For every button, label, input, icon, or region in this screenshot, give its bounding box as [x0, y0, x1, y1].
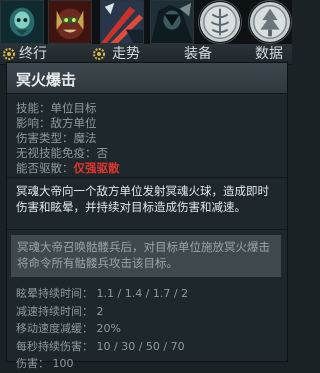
property-row: 伤害类型：魔法 — [16, 131, 120, 146]
divider — [7, 177, 287, 178]
tab-label-3: 装备 — [184, 46, 212, 62]
gear-icon — [92, 47, 106, 61]
ogre-mask-portrait-icon[interactable] — [48, 0, 92, 44]
stat-value: 100 — [52, 357, 74, 370]
vine-emblem-icon[interactable] — [198, 0, 242, 44]
red-blades-portrait-icon[interactable] — [100, 0, 144, 44]
stat-row: 移动速度减缓： 20% — [16, 320, 188, 338]
tooltip-header: 冥火爆击 — [7, 63, 287, 94]
stat-label: 伤害： — [16, 357, 49, 370]
property-label: 影响： — [16, 116, 51, 130]
property-value: 魔法 — [73, 131, 97, 145]
divider — [7, 229, 287, 230]
wraith-king-portrait-icon[interactable] — [0, 0, 44, 44]
stat-label: 每秒持续伤害： — [16, 339, 93, 353]
ability-description: 冥魂大帝向一个敌方单位发射冥魂火球，造成即时伤害和眩晕，并持续对目标造成伤害和减… — [16, 184, 269, 214]
property-value: 敌方单位 — [50, 116, 97, 130]
stat-row: 每秒持续伤害： 10 / 30 / 50 / 70 — [16, 338, 188, 356]
ability-tooltip: 冥火爆击 技能：单位目标 影响：敌方单位 伤害类型：魔法 无视技能免疫：否 能否… — [6, 62, 288, 370]
stat-value: 20% — [96, 322, 121, 335]
property-label: 无视技能免疫： — [16, 146, 97, 160]
dispel-row: 能否驱散：仅强驱散 — [16, 161, 120, 176]
stat-row: 减速持续时间： 2 — [16, 303, 188, 321]
stat-label: 减速持续时间： — [16, 304, 93, 318]
property-label: 技能： — [16, 101, 51, 115]
ability-lore: 冥魂大帝召唤骷髅兵后，对目标单位施放冥火爆击将命令所有骷髅兵攻击该目标。 — [17, 240, 270, 270]
tree-emblem-icon[interactable] — [248, 0, 292, 44]
tab-item-4[interactable]: 数据 — [255, 44, 283, 64]
stat-label: 眩晕持续时间： — [16, 287, 93, 300]
stat-value: 2 — [96, 304, 104, 318]
dispel-label: 能否驱散： — [16, 161, 74, 175]
ability-title: 冥火爆击 — [16, 71, 77, 89]
stat-value: 10 / 30 / 50 / 70 — [96, 339, 185, 353]
property-row: 无视技能免疫：否 — [16, 146, 120, 161]
property-value: 单位目标 — [50, 101, 97, 115]
hero-icon-strip — [0, 0, 292, 50]
tab-label-2: 走势 — [112, 46, 140, 62]
tab-label-4: 数据 — [255, 46, 283, 62]
ability-stats: 眩晕持续时间： 1.1 / 1.4 / 1.7 / 2 减速持续时间： 2 移动… — [16, 285, 188, 373]
gear-icon — [2, 47, 16, 61]
property-label: 伤害类型： — [16, 131, 74, 145]
dispel-value: 仅强驱散 — [73, 161, 120, 175]
stat-row: 眩晕持续时间： 1.1 / 1.4 / 1.7 / 2 — [16, 285, 188, 303]
stat-value: 1.1 / 1.4 / 1.7 / 2 — [96, 287, 189, 300]
property-row: 影响：敌方单位 — [16, 116, 120, 131]
stat-label: 移动速度减缓： — [16, 322, 93, 335]
ability-lore-box: 冥魂大帝召唤骷髅兵后，对目标单位施放冥火爆击将命令所有骷髅兵攻击该目标。 — [11, 235, 281, 277]
stat-row: 伤害： 100 — [16, 355, 188, 373]
dark-hero-portrait-icon[interactable] — [150, 0, 194, 44]
tab-label-1: 终行 — [19, 46, 47, 62]
property-value: 否 — [96, 146, 109, 160]
property-row: 技能：单位目标 — [16, 101, 120, 116]
ability-properties: 技能：单位目标 影响：敌方单位 伤害类型：魔法 无视技能免疫：否 能否驱散：仅强… — [16, 101, 120, 176]
tab-item-3[interactable]: 装备 — [184, 44, 212, 64]
